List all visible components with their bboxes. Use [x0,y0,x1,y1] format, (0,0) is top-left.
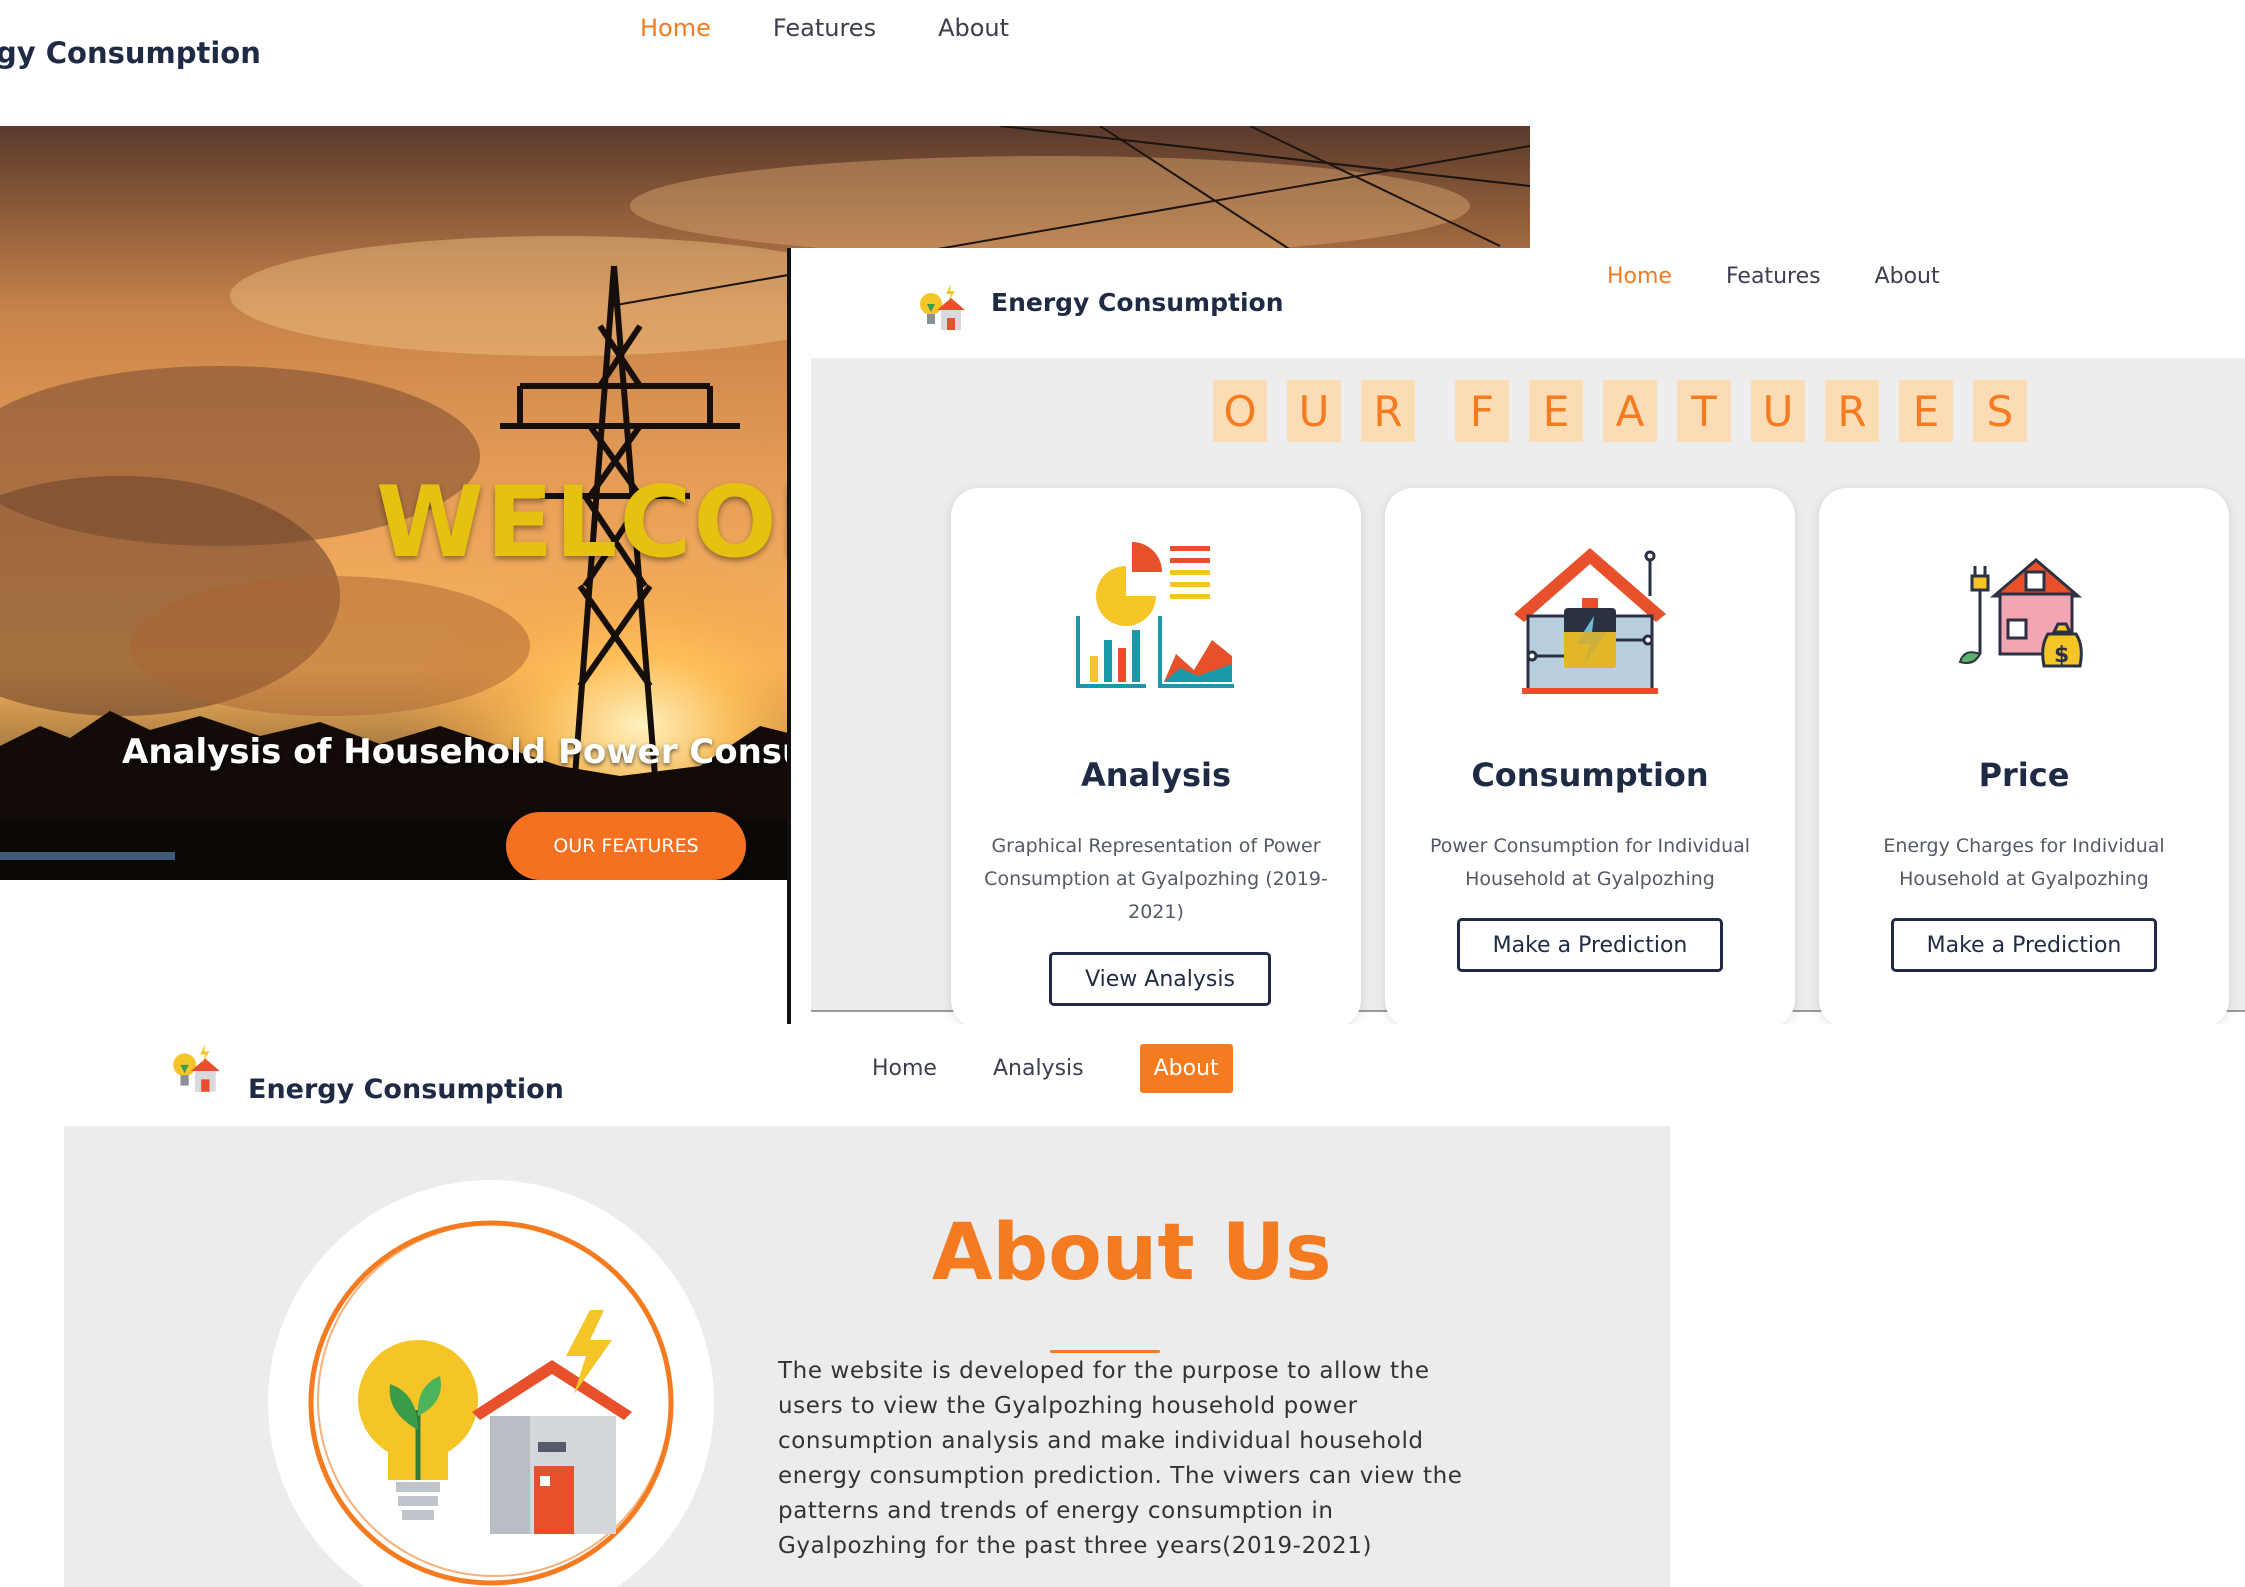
house-price-icon: $ [1958,558,2083,668]
nav-about[interactable]: About [1139,1044,1233,1093]
features-section: O U R F E A T U R E S Analysis Graphical… [811,358,2245,1024]
svg-text:$: $ [2054,643,2069,668]
energy-logo-icon[interactable] [915,282,969,336]
brand-name[interactable]: Energy Consumption [991,288,1284,317]
heading-letter: U [1287,380,1341,442]
card-description: Power Consumption for Individual Househo… [1429,835,1751,890]
nav-features[interactable]: Features [1726,264,1821,289]
card-title: Analysis [1080,756,1232,794]
nav-analysis[interactable]: Analysis [993,1056,1084,1081]
card-description: Graphical Representation of Power Consum… [984,835,1328,923]
view-analysis-button[interactable]: View Analysis [1049,952,1271,1006]
nav-home[interactable]: Home [640,14,711,42]
features-heading: O U R F E A T U R E S [1213,380,2047,442]
about-paragraph: The website is developed for the purpose… [778,1358,1463,1559]
about-section: About Us The website is developed for th… [64,1126,1670,1587]
card-title: Consumption [1471,756,1709,794]
main-nav: Home Analysis About [872,1044,1289,1093]
feature-card-price: $ Price Energy Charges for Individual Ho… [1819,488,2229,1024]
heading-letter: O [1213,380,1267,442]
feature-card-consumption: Consumption Power Consumption for Indivi… [1385,488,1795,1024]
energy-logo-icon[interactable] [166,1042,226,1098]
about-title: About Us [932,1208,1332,1298]
about-page-screenshot: Energy Consumption Home Analysis About A… [0,1024,1680,1587]
make-prediction-button[interactable]: Make a Prediction [1891,918,2157,972]
bulb-house-icon [308,1220,674,1586]
card-description: Energy Charges for Individual Household … [1883,835,2165,890]
nav-home[interactable]: Home [1607,264,1672,289]
analysis-chart-icon [1076,542,1234,688]
about-illustration [268,1180,714,1587]
nav-features[interactable]: Features [773,14,876,42]
heading-letter: S [1973,380,2027,442]
heading-letter: U [1751,380,1805,442]
heading-letter: F [1455,380,1509,442]
heading-letter: R [1361,380,1415,442]
feature-card-analysis: Analysis Graphical Representation of Pow… [951,488,1361,1024]
house-energy-icon [1514,548,1666,694]
title-underline [1050,1350,1160,1353]
heading-letter: E [1899,380,1953,442]
heading-letter: R [1825,380,1879,442]
nav-about[interactable]: About [938,14,1009,42]
main-nav: Home Features About [1607,264,1994,289]
our-features-button[interactable]: OUR FEATURES [506,812,746,880]
heading-letter: T [1677,380,1731,442]
brand-name[interactable]: Energy Consumption [248,1074,564,1105]
nav-about[interactable]: About [1875,264,1940,289]
card-title: Price [1978,756,2070,794]
nav-home[interactable]: Home [872,1056,937,1081]
heading-letter: E [1529,380,1583,442]
make-prediction-button[interactable]: Make a Prediction [1457,918,1723,972]
main-nav: Home Features About [640,14,1071,42]
heading-letter: A [1603,380,1657,442]
hero-subtitle: Analysis of Household Power Consump [122,732,867,772]
brand-name[interactable]: gy Consumption [0,36,261,70]
features-page-screenshot: Energy Consumption Home Features About O… [787,248,2245,1024]
